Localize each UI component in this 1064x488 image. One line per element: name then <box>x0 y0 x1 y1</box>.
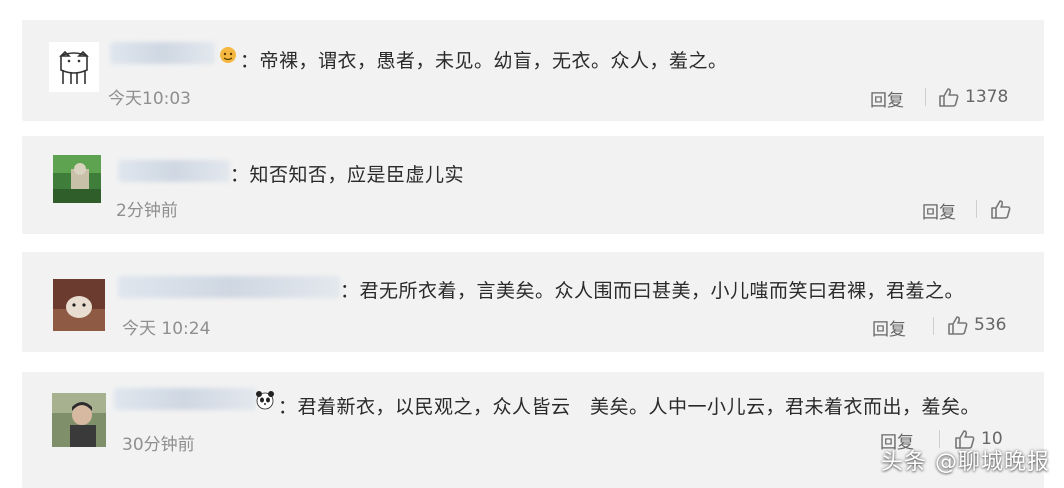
photo-icon <box>53 155 101 203</box>
comment-card: ：知否知否，应是臣虚儿实 2分钟前 回复 <box>22 136 1044 234</box>
reply-button[interactable]: 回复 <box>922 198 956 223</box>
comment-time: 今天 10:24 <box>122 319 211 339</box>
comment-time: 今天10:03 <box>108 89 191 109</box>
username-blurred[interactable] <box>114 388 256 410</box>
avatar[interactable] <box>52 393 106 447</box>
avatar[interactable] <box>49 42 99 92</box>
photo-icon <box>53 279 105 331</box>
divider <box>925 88 926 106</box>
reply-button[interactable]: 回复 <box>872 315 906 340</box>
divider <box>976 200 977 218</box>
like-count: 1378 <box>965 87 1009 107</box>
like-count: 536 <box>974 315 1007 335</box>
comment-time: 30分钟前 <box>122 435 195 455</box>
emoji-icon <box>218 44 238 64</box>
comment-text: ：君无所衣着，言美矣。众人围而曰甚美，小儿嗤而笑曰君裸，君羞之。 <box>340 280 965 302</box>
comment-text: ：帝裸，谓衣，愚者，未见。幼盲，无衣。众人，羞之。 <box>240 50 728 72</box>
comment-text: ：君着新衣，以民观之，众人皆云 美矣。人中一小儿云，君未着衣而出，羞矣。 <box>278 396 981 418</box>
avatar[interactable] <box>53 279 105 331</box>
comment-card: ：帝裸，谓衣，愚者，未见。幼盲，无衣。众人，羞之。 今天10:03 回复 137… <box>22 20 1044 121</box>
panda-icon <box>255 390 275 410</box>
thumbs-up-icon <box>948 316 968 335</box>
like-button[interactable] <box>990 197 1017 221</box>
thumbs-up-icon <box>939 88 959 107</box>
photo-icon <box>52 393 106 447</box>
like-button[interactable]: 1378 <box>938 85 1008 109</box>
thumbs-up-icon <box>991 200 1011 219</box>
watermark: 头条 @聊城晚报 <box>881 450 1050 475</box>
divider <box>933 317 934 335</box>
reply-button[interactable]: 回复 <box>870 86 904 111</box>
username-blurred[interactable] <box>118 160 230 182</box>
comment-text: ：知否知否，应是臣虚儿实 <box>230 164 465 186</box>
username-blurred[interactable] <box>118 276 340 298</box>
comment-time: 2分钟前 <box>116 201 178 221</box>
comment-card: ：君无所衣着，言美矣。众人围而曰甚美，小儿嗤而笑曰君裸，君羞之。 今天 10:2… <box>22 252 1044 352</box>
dog-icon <box>49 42 99 92</box>
username-blurred[interactable] <box>110 42 215 64</box>
like-button[interactable]: 536 <box>947 313 1006 337</box>
avatar[interactable] <box>53 155 101 203</box>
